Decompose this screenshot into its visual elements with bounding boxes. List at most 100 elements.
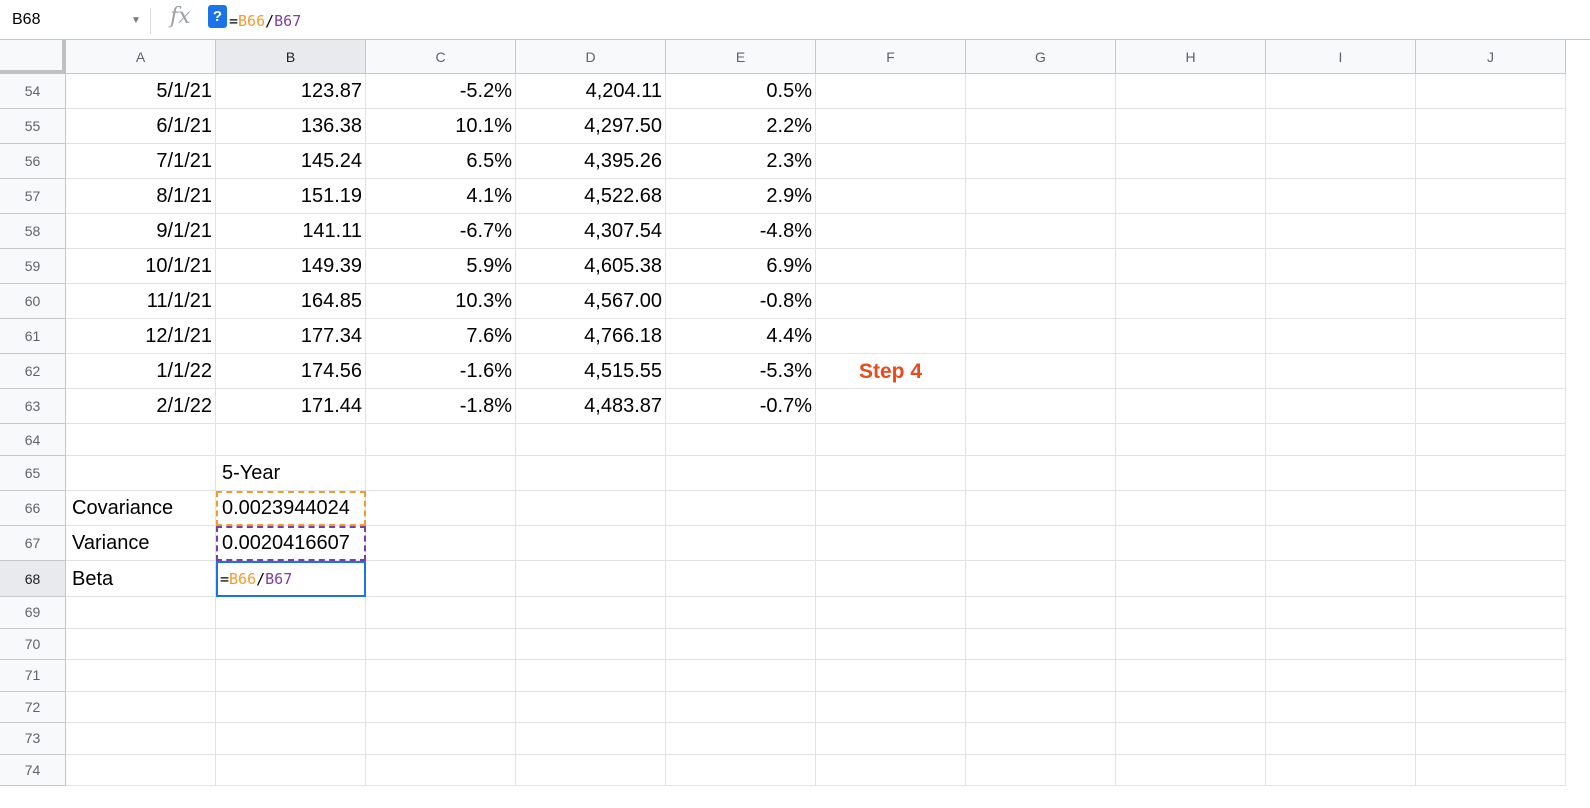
cell-j[interactable] — [1416, 319, 1566, 354]
row-header[interactable]: 68 — [0, 561, 66, 597]
cell-d[interactable]: 4,522.68 — [516, 179, 666, 214]
cell-e[interactable]: -4.8% — [666, 214, 816, 249]
row-header[interactable]: 54 — [0, 74, 66, 109]
cell-a[interactable]: 9/1/21 — [66, 214, 216, 249]
cell-a[interactable] — [66, 723, 216, 755]
cell-f[interactable] — [816, 691, 966, 723]
cell-d[interactable] — [516, 660, 666, 692]
cell-g[interactable] — [966, 109, 1116, 144]
cell-a[interactable] — [66, 660, 216, 692]
column-header-f[interactable]: F — [816, 40, 966, 74]
cell-a[interactable] — [66, 691, 216, 723]
cell-c[interactable] — [366, 754, 516, 786]
cell-c[interactable] — [366, 526, 516, 561]
cell-g[interactable] — [966, 754, 1116, 786]
cell-d[interactable]: 4,395.26 — [516, 144, 666, 179]
cell-j[interactable] — [1416, 389, 1566, 424]
cell-a[interactable]: 7/1/21 — [66, 144, 216, 179]
cell-h[interactable] — [1116, 389, 1266, 424]
cell-h[interactable] — [1116, 691, 1266, 723]
cell-d[interactable]: 4,204.11 — [516, 74, 666, 109]
cell-c[interactable]: -1.8% — [366, 389, 516, 424]
cell-h[interactable] — [1116, 249, 1266, 284]
cell-d[interactable] — [516, 597, 666, 629]
cell-g[interactable] — [966, 628, 1116, 660]
cell-f[interactable] — [816, 723, 966, 755]
cell-d[interactable]: 4,567.00 — [516, 284, 666, 319]
cell-i[interactable] — [1266, 144, 1416, 179]
cell-h[interactable] — [1116, 319, 1266, 354]
cell-e[interactable] — [666, 456, 816, 491]
cell-j[interactable] — [1416, 284, 1566, 319]
cell-b[interactable] — [216, 424, 366, 456]
row-header[interactable]: 72 — [0, 691, 66, 723]
cell-g[interactable] — [966, 214, 1116, 249]
cell-f[interactable] — [816, 284, 966, 319]
cell-f[interactable] — [816, 628, 966, 660]
cell-i[interactable] — [1266, 754, 1416, 786]
cell-b[interactable] — [216, 597, 366, 629]
cell-c[interactable]: -6.7% — [366, 214, 516, 249]
cell-d[interactable]: 4,483.87 — [516, 389, 666, 424]
cell-f[interactable] — [816, 597, 966, 629]
cell-j[interactable] — [1416, 723, 1566, 755]
cell-d[interactable] — [516, 456, 666, 491]
cell-e[interactable] — [666, 754, 816, 786]
cell-f[interactable] — [816, 491, 966, 526]
cell-g[interactable] — [966, 179, 1116, 214]
cell-i[interactable] — [1266, 456, 1416, 491]
cell-a[interactable]: Variance — [66, 526, 216, 561]
cell-e[interactable]: -0.8% — [666, 284, 816, 319]
cell-c[interactable]: 4.1% — [366, 179, 516, 214]
cell-f[interactable] — [816, 214, 966, 249]
cell-j[interactable] — [1416, 456, 1566, 491]
cell-j[interactable] — [1416, 109, 1566, 144]
cell-i[interactable] — [1266, 561, 1416, 597]
cell-g[interactable] — [966, 354, 1116, 389]
cell-d[interactable] — [516, 561, 666, 597]
cell-i[interactable] — [1266, 319, 1416, 354]
cell-c[interactable] — [366, 660, 516, 692]
row-header[interactable]: 59 — [0, 249, 66, 284]
cell-d[interactable] — [516, 628, 666, 660]
cell-f[interactable] — [816, 561, 966, 597]
row-header[interactable]: 58 — [0, 214, 66, 249]
cell-e[interactable] — [666, 597, 816, 629]
cell-d[interactable]: 4,605.38 — [516, 249, 666, 284]
covariance-value-cell[interactable]: 0.0023944024 — [216, 491, 366, 526]
cell-e[interactable]: 2.3% — [666, 144, 816, 179]
cell-f[interactable] — [816, 144, 966, 179]
cell-i[interactable] — [1266, 74, 1416, 109]
cell-h[interactable] — [1116, 179, 1266, 214]
cell-b[interactable] — [216, 660, 366, 692]
cell-j[interactable] — [1416, 214, 1566, 249]
row-header[interactable]: 69 — [0, 597, 66, 629]
cell-g[interactable] — [966, 284, 1116, 319]
cell-a[interactable] — [66, 456, 216, 491]
cell-c[interactable] — [366, 561, 516, 597]
cell-e[interactable]: -5.3% — [666, 354, 816, 389]
cell-b[interactable]: 171.44 — [216, 389, 366, 424]
cell-i[interactable] — [1266, 597, 1416, 629]
cell-j[interactable] — [1416, 754, 1566, 786]
cell-e[interactable] — [666, 660, 816, 692]
row-header[interactable]: 60 — [0, 284, 66, 319]
cell-g[interactable] — [966, 319, 1116, 354]
cell-h[interactable] — [1116, 214, 1266, 249]
cell-e[interactable] — [666, 723, 816, 755]
cell-a[interactable] — [66, 628, 216, 660]
cell-g[interactable] — [966, 660, 1116, 692]
cell-c[interactable]: 7.6% — [366, 319, 516, 354]
cell-e[interactable] — [666, 424, 816, 456]
row-header[interactable]: 74 — [0, 754, 66, 786]
cell-d[interactable]: 4,307.54 — [516, 214, 666, 249]
cell-b[interactable]: 123.87 — [216, 74, 366, 109]
cell-b[interactable]: 164.85 — [216, 284, 366, 319]
row-header[interactable]: 71 — [0, 660, 66, 692]
cell-h[interactable] — [1116, 491, 1266, 526]
cell-h[interactable] — [1116, 526, 1266, 561]
cell-a[interactable]: 12/1/21 — [66, 319, 216, 354]
cell-a[interactable] — [66, 754, 216, 786]
cell-g[interactable] — [966, 249, 1116, 284]
cell-a[interactable]: Covariance — [66, 491, 216, 526]
